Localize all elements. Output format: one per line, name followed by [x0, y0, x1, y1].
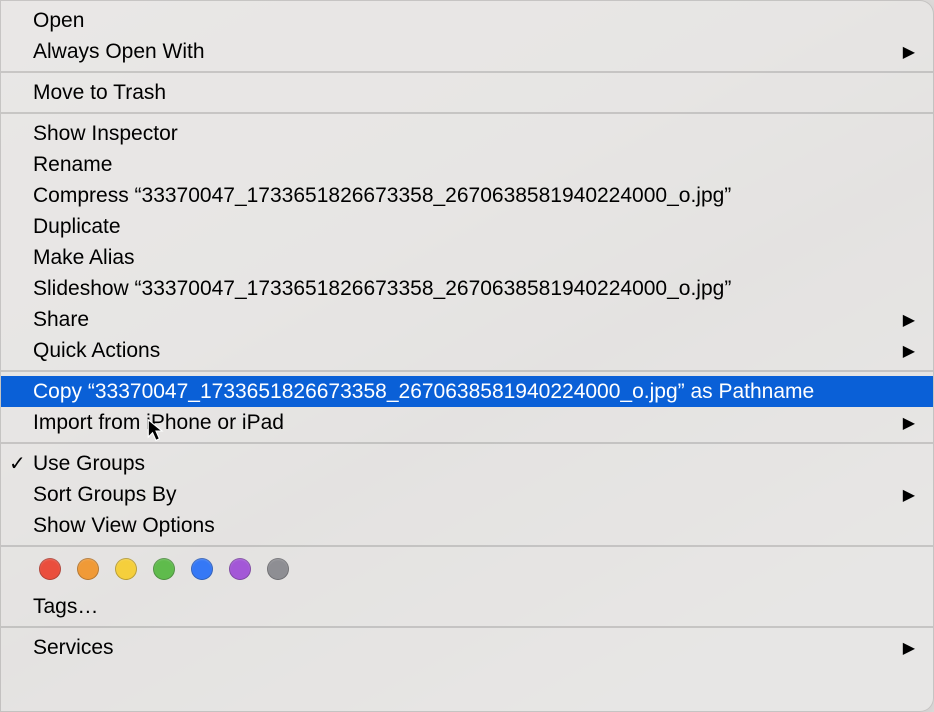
menu-item-move-to-trash[interactable]: Move to Trash	[1, 77, 933, 108]
menu-separator	[1, 112, 933, 114]
menu-item-show-inspector[interactable]: Show Inspector	[1, 118, 933, 149]
tag-color-row	[1, 547, 933, 591]
menu-label: Open	[33, 9, 84, 33]
menu-label: Tags…	[33, 595, 98, 619]
menu-label: Use Groups	[33, 452, 145, 476]
submenu-arrow-icon: ▶	[903, 416, 915, 432]
tag-color-dot[interactable]	[267, 558, 289, 580]
menu-label: Always Open With	[33, 40, 205, 64]
submenu-arrow-icon: ▶	[903, 313, 915, 329]
menu-label: Make Alias	[33, 246, 135, 270]
submenu-arrow-icon: ▶	[903, 488, 915, 504]
menu-item-always-open-with[interactable]: Always Open With ▶	[1, 36, 933, 67]
menu-label: Show View Options	[33, 514, 215, 538]
menu-item-tags[interactable]: Tags…	[1, 591, 933, 622]
menu-label: Import from iPhone or iPad	[33, 411, 284, 435]
menu-item-slideshow[interactable]: Slideshow “33370047_1733651826673358_267…	[1, 273, 933, 304]
menu-item-make-alias[interactable]: Make Alias	[1, 242, 933, 273]
menu-item-compress[interactable]: Compress “33370047_1733651826673358_2670…	[1, 180, 933, 211]
menu-item-services[interactable]: Services ▶	[1, 632, 933, 663]
menu-label: Copy “33370047_1733651826673358_26706385…	[33, 380, 814, 404]
submenu-arrow-icon: ▶	[903, 641, 915, 657]
tag-color-dot[interactable]	[77, 558, 99, 580]
menu-label: Share	[33, 308, 89, 332]
menu-item-share[interactable]: Share ▶	[1, 304, 933, 335]
menu-label: Sort Groups By	[33, 483, 177, 507]
menu-separator	[1, 626, 933, 628]
menu-label: Move to Trash	[33, 81, 166, 105]
menu-label: Slideshow “33370047_1733651826673358_267…	[33, 277, 731, 301]
menu-item-duplicate[interactable]: Duplicate	[1, 211, 933, 242]
context-menu: Open Always Open With ▶ Move to Trash Sh…	[0, 0, 934, 712]
menu-label: Quick Actions	[33, 339, 160, 363]
menu-item-use-groups[interactable]: ✓ Use Groups	[1, 448, 933, 479]
menu-separator	[1, 442, 933, 444]
tag-color-dot[interactable]	[191, 558, 213, 580]
menu-item-copy-pathname[interactable]: Copy “33370047_1733651826673358_26706385…	[1, 376, 933, 407]
submenu-arrow-icon: ▶	[903, 45, 915, 61]
menu-label: Services	[33, 636, 114, 660]
menu-item-import-iphone-ipad[interactable]: Import from iPhone or iPad ▶	[1, 407, 933, 438]
menu-item-sort-groups-by[interactable]: Sort Groups By ▶	[1, 479, 933, 510]
menu-separator	[1, 71, 933, 73]
menu-item-rename[interactable]: Rename	[1, 149, 933, 180]
menu-item-open[interactable]: Open	[1, 5, 933, 36]
checkmark-icon: ✓	[9, 454, 26, 474]
tag-color-dot[interactable]	[115, 558, 137, 580]
menu-label: Show Inspector	[33, 122, 178, 146]
menu-item-show-view-options[interactable]: Show View Options	[1, 510, 933, 541]
menu-label: Rename	[33, 153, 112, 177]
submenu-arrow-icon: ▶	[903, 344, 915, 360]
menu-label: Duplicate	[33, 215, 121, 239]
menu-separator	[1, 370, 933, 372]
tag-color-dot[interactable]	[39, 558, 61, 580]
tag-color-dot[interactable]	[229, 558, 251, 580]
tag-color-dot[interactable]	[153, 558, 175, 580]
menu-label: Compress “33370047_1733651826673358_2670…	[33, 184, 731, 208]
menu-item-quick-actions[interactable]: Quick Actions ▶	[1, 335, 933, 366]
